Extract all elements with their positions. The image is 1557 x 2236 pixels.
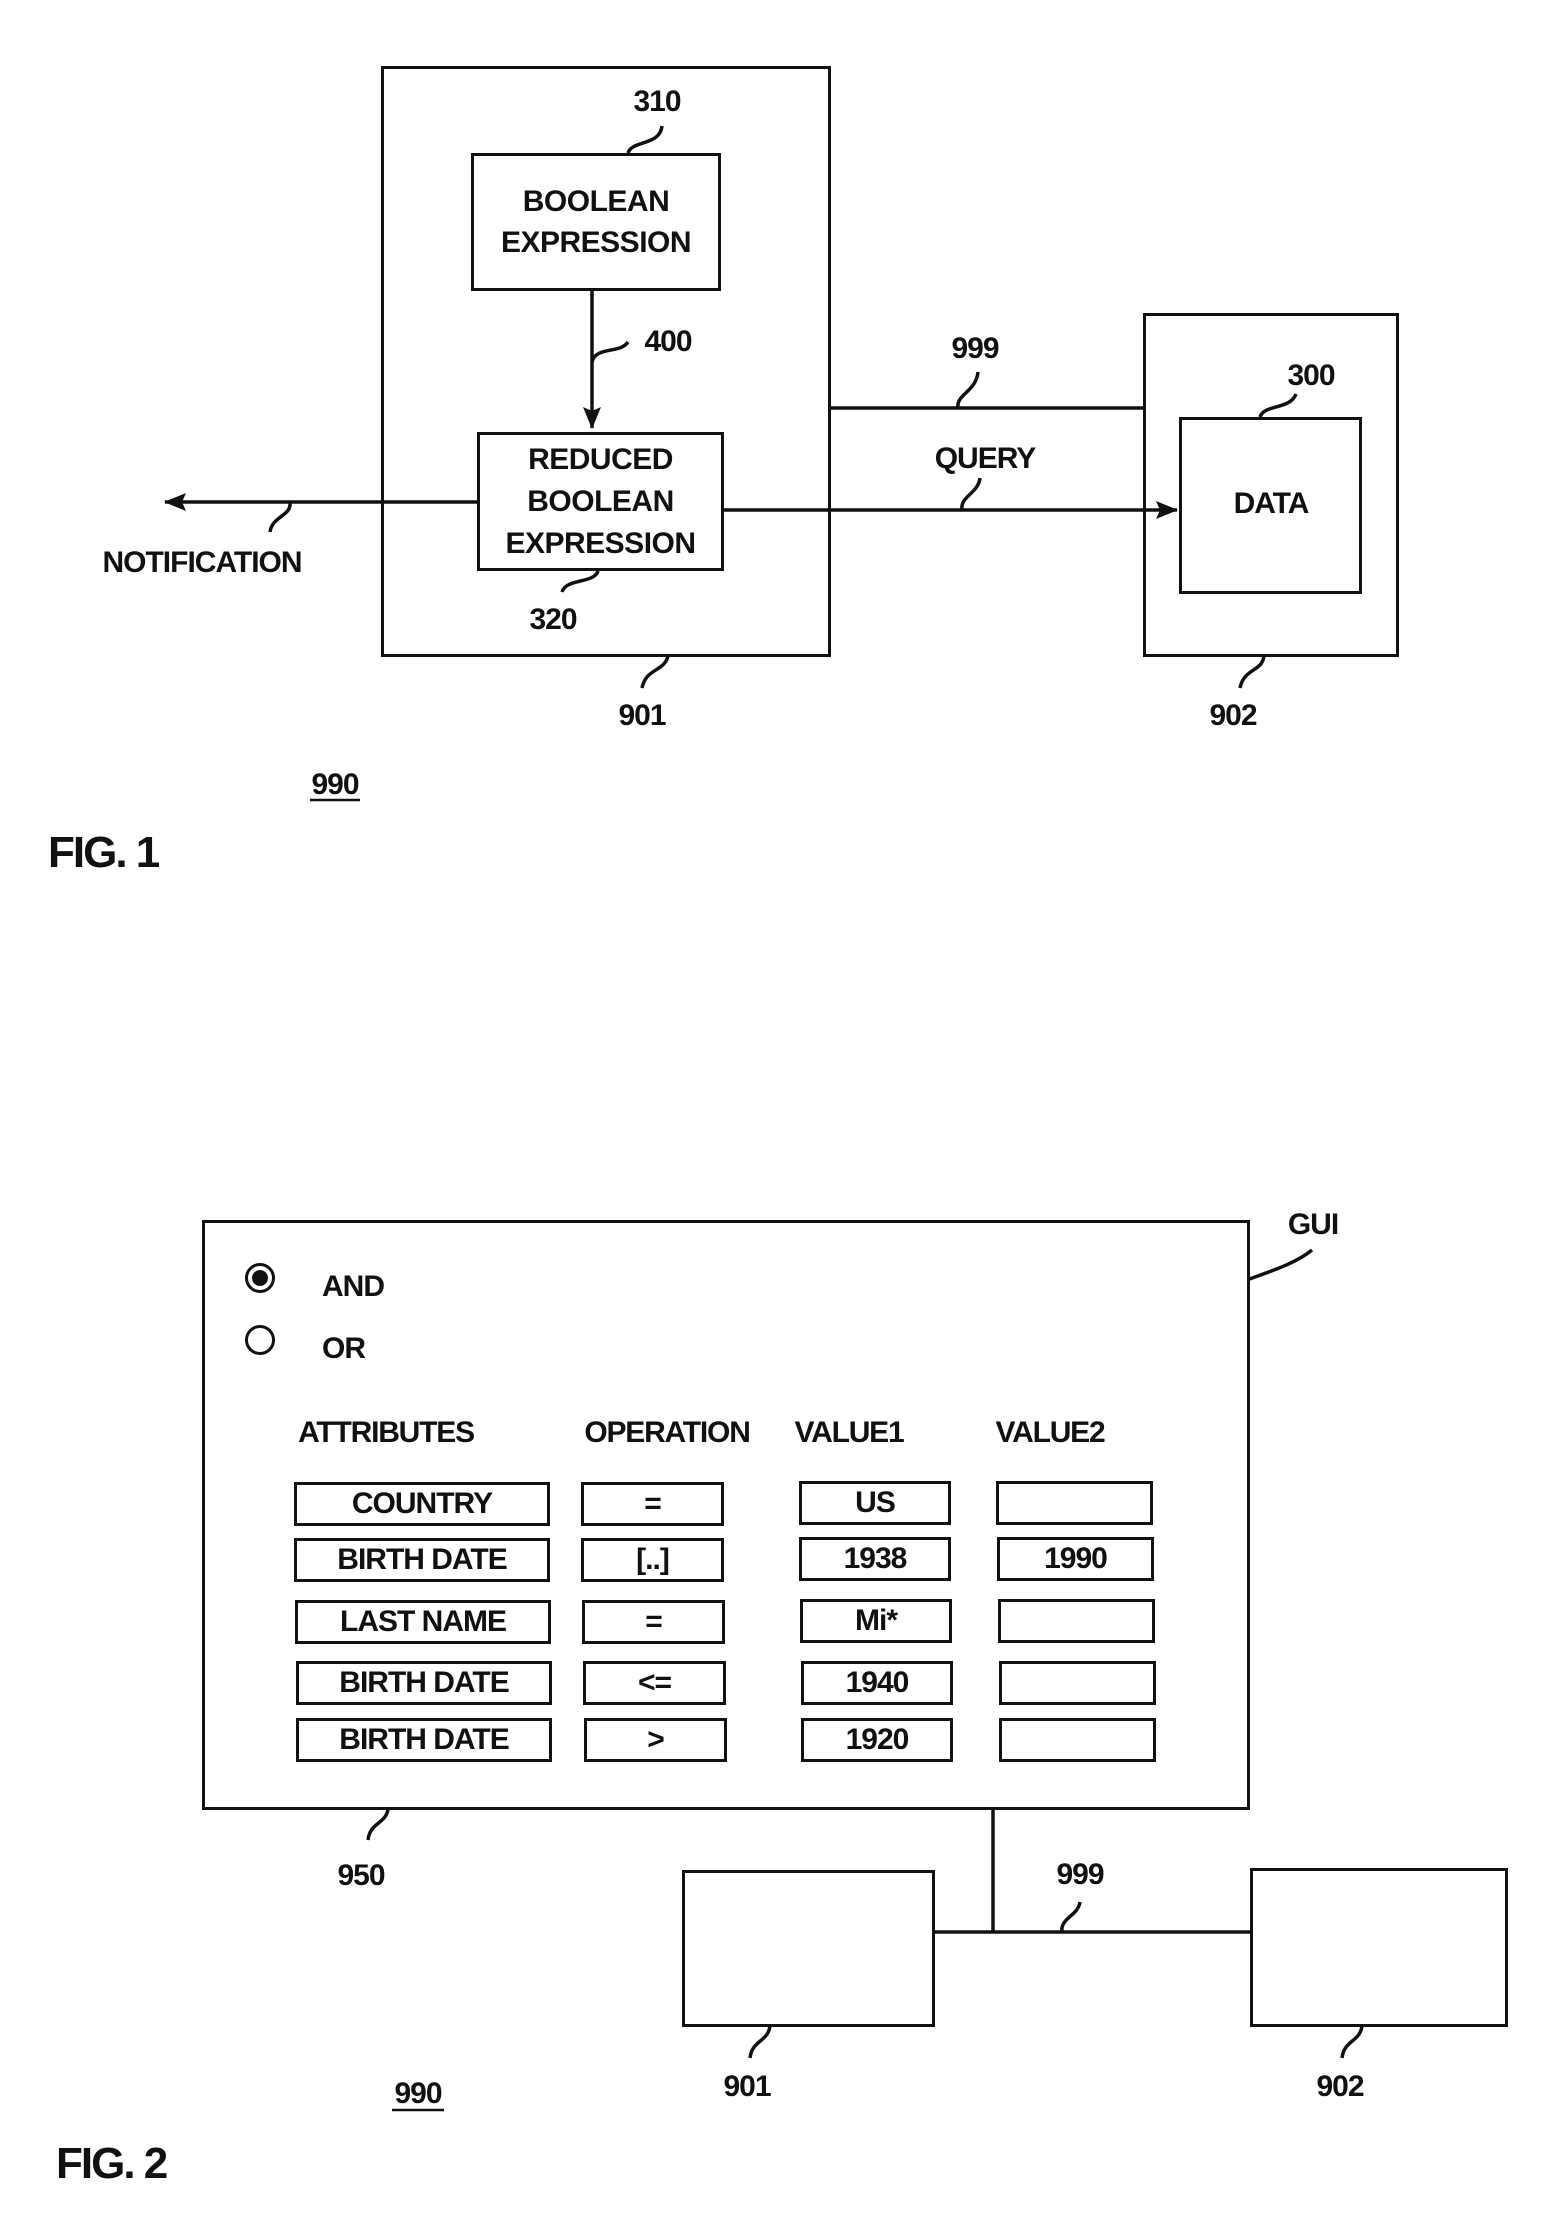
value2-field[interactable] <box>996 1481 1153 1525</box>
ref-901-fig1: 901 <box>618 699 666 732</box>
column-header-value1: VALUE1 <box>794 1416 905 1449</box>
operation-field[interactable]: = <box>581 1482 724 1526</box>
operation-field[interactable]: [..] <box>581 1538 724 1582</box>
attribute-field[interactable]: BIRTH DATE <box>296 1718 552 1762</box>
reduced-expression-line3: EXPRESSION <box>505 526 696 560</box>
value2-field[interactable] <box>999 1718 1156 1762</box>
attribute-field[interactable]: COUNTRY <box>294 1482 550 1526</box>
boolean-expression-text: BOOLEAN EXPRESSION <box>471 153 721 291</box>
leader-950 <box>366 1808 390 1841</box>
ref-902-fig2: 902 <box>1316 2070 1364 2103</box>
value2-field[interactable]: 1990 <box>997 1537 1154 1581</box>
and-radio-button[interactable] <box>245 1263 275 1293</box>
data-store-label: DATA <box>1233 487 1310 520</box>
operation-field[interactable]: <= <box>583 1661 726 1705</box>
and-radio-label[interactable]: AND <box>322 1270 385 1304</box>
boolean-expression-line1: BOOLEAN <box>522 184 670 218</box>
reduced-expression-line1: REDUCED <box>528 442 673 476</box>
system-ref-990-fig1: 990 <box>311 768 359 801</box>
value1-field[interactable]: 1920 <box>801 1718 953 1762</box>
ref-999-fig1: 999 <box>951 332 999 365</box>
ref-902-fig1: 902 <box>1209 699 1257 732</box>
leader-notification <box>268 501 292 533</box>
ref-400: 400 <box>644 325 692 358</box>
leader-902-fig1 <box>1238 655 1266 689</box>
system-ref-990-fig2: 990 <box>394 2077 442 2110</box>
value1-field[interactable]: 1940 <box>801 1661 953 1705</box>
leader-901-fig2 <box>748 2025 772 2059</box>
attribute-field[interactable]: BIRTH DATE <box>294 1538 550 1582</box>
value2-field[interactable] <box>998 1599 1155 1643</box>
or-radio-button[interactable] <box>245 1325 275 1355</box>
value1-field[interactable]: Mi* <box>800 1599 952 1643</box>
value1-field[interactable]: US <box>799 1481 951 1525</box>
operation-field[interactable]: > <box>584 1718 727 1762</box>
or-radio-label[interactable]: OR <box>322 1332 366 1366</box>
ref-320: 320 <box>529 603 577 636</box>
ref-300: 300 <box>1287 359 1335 392</box>
reduced-expression-text: REDUCED BOOLEAN EXPRESSION <box>477 432 724 571</box>
ref-901-fig2: 901 <box>723 2070 771 2103</box>
value2-field[interactable] <box>999 1661 1156 1705</box>
value1-field[interactable]: 1938 <box>799 1537 951 1581</box>
leader-query <box>960 477 982 511</box>
boolean-expression-line2: EXPRESSION <box>500 226 692 259</box>
figure-2-caption: FIG. 2 <box>56 2139 168 2188</box>
node-902-box-fig2 <box>1250 1868 1508 2027</box>
attribute-field[interactable]: BIRTH DATE <box>296 1661 552 1705</box>
leader-999-fig2 <box>1060 1901 1082 1933</box>
ref-999-fig2: 999 <box>1056 1858 1104 1891</box>
column-header-operation: OPERATION <box>584 1416 751 1449</box>
node-901-box-fig2 <box>682 1870 935 2027</box>
query-label: QUERY <box>934 442 1037 475</box>
figure-1-caption: FIG. 1 <box>48 828 160 877</box>
gui-label: GUI <box>1287 1208 1339 1241</box>
operation-field[interactable]: = <box>582 1600 725 1644</box>
attribute-field[interactable]: LAST NAME <box>295 1600 551 1644</box>
leader-902-fig2 <box>1340 2025 1364 2059</box>
leader-901-fig1 <box>640 655 670 689</box>
notification-label: NOTIFICATION <box>102 546 302 579</box>
ref-950: 950 <box>337 1859 385 1892</box>
leader-999-fig1 <box>956 371 980 409</box>
ref-310: 310 <box>633 85 681 118</box>
column-header-value2: VALUE2 <box>995 1416 1106 1449</box>
reduced-expression-line2: BOOLEAN <box>527 484 674 518</box>
column-header-attributes: ATTRIBUTES <box>298 1416 475 1449</box>
